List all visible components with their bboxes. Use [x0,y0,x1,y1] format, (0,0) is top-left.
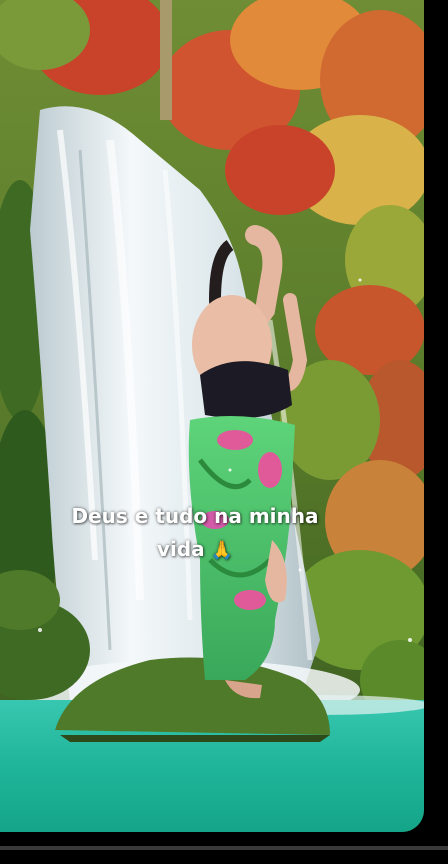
praying-hands-icon: 🙏 [210,540,234,561]
video-frame: Deus e tudo na minha vida 🙏 [0,0,448,864]
caption-line-2: vida 🙏 [50,533,340,567]
progress-track[interactable] [0,846,448,850]
caption-line-2-text: vida [156,537,205,561]
video-caption: Deus e tudo na minha vida 🙏 [50,500,340,567]
scene-illustration [0,0,424,832]
caption-line-1: Deus e tudo na minha [71,504,319,528]
video-player[interactable] [0,0,424,832]
